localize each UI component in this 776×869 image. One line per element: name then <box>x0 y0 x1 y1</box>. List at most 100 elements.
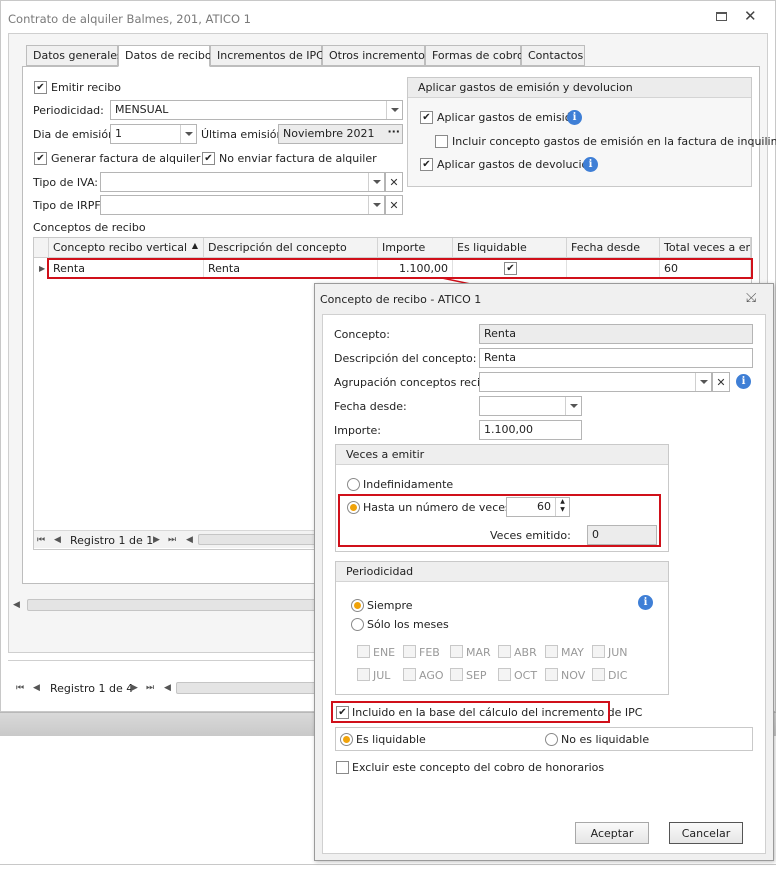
tipo-iva-select[interactable] <box>100 172 385 192</box>
scroll-left-icon[interactable]: ◀ <box>186 535 193 545</box>
month-checkbox-mar[interactable] <box>450 645 463 658</box>
generar-factura-checkbox[interactable]: ✔ <box>34 152 47 165</box>
outer-hscrollbar[interactable] <box>27 599 322 611</box>
month-checkbox-ago[interactable] <box>403 668 416 681</box>
scroll-left-icon[interactable]: ◀ <box>164 683 171 693</box>
month-checkbox-sep[interactable] <box>450 668 463 681</box>
prev-record-icon[interactable]: ◀ <box>54 535 61 545</box>
chevron-down-icon[interactable] <box>180 125 196 143</box>
month-checkbox-dic[interactable] <box>592 668 605 681</box>
chevron-down-icon[interactable] <box>565 397 581 415</box>
descripcion-field[interactable]: Renta <box>479 348 753 368</box>
grid-header-fecha[interactable]: Fecha desde <box>567 238 660 258</box>
month-label-dic: DIC <box>608 669 628 682</box>
row-highlight <box>47 258 753 279</box>
outer-nav-scrollbar[interactable] <box>176 682 316 694</box>
month-label-nov: NOV <box>561 669 586 682</box>
grid-header-descripcion[interactable]: Descripción del concepto <box>204 238 378 258</box>
month-label-mar: MAR <box>466 646 491 659</box>
prev-record-icon[interactable]: ◀ <box>33 683 40 693</box>
agrupacion-select[interactable] <box>479 372 712 392</box>
month-checkbox-feb[interactable] <box>403 645 416 658</box>
month-checkbox-oct[interactable] <box>498 668 511 681</box>
row-indicator-icon: ▶ <box>39 264 46 273</box>
month-checkbox-abr[interactable] <box>498 645 511 658</box>
tab-datos-generales[interactable]: Datos generales <box>26 45 123 66</box>
clear-agrupacion-button[interactable]: ✕ <box>712 372 730 392</box>
clear-iva-button[interactable]: ✕ <box>385 172 403 192</box>
last-record-icon[interactable]: ⏭ <box>168 535 176 545</box>
fecha-desde-select[interactable] <box>479 396 582 416</box>
month-checkbox-may[interactable] <box>545 645 558 658</box>
excluir-honorarios-checkbox[interactable] <box>336 761 349 774</box>
solo-meses-radio[interactable] <box>351 618 364 631</box>
tab-contactos[interactable]: Contactos <box>521 45 585 66</box>
solo-meses-label: Sólo los meses <box>367 618 449 631</box>
first-record-icon[interactable]: ⏮ <box>16 683 24 693</box>
aplicar-devolucion-checkbox[interactable]: ✔ <box>420 158 433 171</box>
tab-otros-incrementos[interactable]: Otros incrementos <box>322 45 431 66</box>
dia-emision-label: Dia de emisión: <box>33 128 119 141</box>
emitir-recibo-checkbox[interactable]: ✔ <box>34 81 47 94</box>
first-record-icon[interactable]: ⏮ <box>37 535 45 545</box>
no-enviar-factura-checkbox[interactable]: ✔ <box>202 152 215 165</box>
chevron-down-icon[interactable] <box>368 196 384 214</box>
month-checkbox-jun[interactable] <box>592 645 605 658</box>
periodicidad-value: MENSUAL <box>115 103 169 116</box>
grid-hscrollbar[interactable] <box>198 534 318 545</box>
aceptar-button[interactable]: Aceptar <box>575 822 649 844</box>
next-record-icon[interactable]: ▶ <box>131 683 138 693</box>
scroll-left-icon[interactable]: ◀ <box>13 600 20 610</box>
tipo-iva-label: Tipo de IVA: <box>33 176 98 189</box>
chevron-down-icon[interactable] <box>386 101 402 119</box>
dia-emision-select[interactable]: 1 <box>110 124 197 144</box>
ultima-emision-field[interactable]: Noviembre 2021 ··· <box>278 124 403 144</box>
grid-header-importe[interactable]: Importe <box>378 238 453 258</box>
concepto-field[interactable]: Renta <box>479 324 753 344</box>
tab-incrementos-ipc[interactable]: Incrementos de IPC <box>210 45 324 66</box>
indefinidamente-radio[interactable] <box>347 478 360 491</box>
info-icon[interactable]: i <box>567 110 582 125</box>
month-label-abr: ABR <box>514 646 537 659</box>
emitir-recibo-label: Emitir recibo <box>51 81 121 94</box>
hasta-highlight <box>338 494 661 547</box>
window-title: Contrato de alquiler Balmes, 201, ATICO … <box>8 12 251 26</box>
cancelar-button[interactable]: Cancelar <box>669 822 743 844</box>
tab-datos-recibo[interactable]: Datos de recibo <box>118 45 212 67</box>
last-record-icon[interactable]: ⏭ <box>146 683 154 693</box>
grid-header-total[interactable]: Total veces a emit <box>660 238 751 258</box>
month-checkbox-jul[interactable] <box>357 668 370 681</box>
es-liquidable-radio[interactable] <box>340 733 353 746</box>
restore-icon[interactable] <box>716 12 727 21</box>
incluir-concepto-label: Incluir concepto gastos de emisión en la… <box>452 135 776 148</box>
importe-field[interactable]: 1.100,00 <box>479 420 582 440</box>
incluir-concepto-checkbox[interactable] <box>435 135 448 148</box>
clear-irpf-button[interactable]: ✕ <box>385 195 403 215</box>
periodicidad-select[interactable]: MENSUAL <box>110 100 403 120</box>
tipo-irpf-select[interactable] <box>100 195 385 215</box>
chevron-down-icon[interactable] <box>368 173 384 191</box>
month-checkbox-nov[interactable] <box>545 668 558 681</box>
background-separator <box>0 864 776 865</box>
chevron-down-icon[interactable] <box>695 373 711 391</box>
aplicar-emision-label: Aplicar gastos de emisión <box>437 111 579 124</box>
next-record-icon[interactable]: ▶ <box>153 535 160 545</box>
month-checkbox-ene[interactable] <box>357 645 370 658</box>
excluir-honorarios-label: Excluir este concepto del cobro de honor… <box>352 761 605 774</box>
ipc-highlight <box>331 701 610 723</box>
dialog-close-icon[interactable]: ⤩ <box>746 291 756 306</box>
siempre-radio[interactable] <box>351 599 364 612</box>
siempre-label: Siempre <box>367 599 413 612</box>
aplicar-devolucion-label: Aplicar gastos de devolución <box>437 158 596 171</box>
close-icon[interactable]: ✕ <box>744 7 757 25</box>
aplicar-emision-checkbox[interactable]: ✔ <box>420 111 433 124</box>
info-icon[interactable]: i <box>583 157 598 172</box>
info-icon[interactable]: i <box>638 595 653 610</box>
grid-header-concepto[interactable]: Concepto recibo vertical ▲ <box>49 238 204 258</box>
grid-header-liquidable[interactable]: Es liquidable <box>453 238 567 258</box>
ellipsis-icon[interactable]: ··· <box>387 125 400 139</box>
no-es-liquidable-radio[interactable] <box>545 733 558 746</box>
tab-formas-cobro[interactable]: Formas de cobro <box>425 45 524 66</box>
dia-emision-value: 1 <box>115 127 122 140</box>
info-icon[interactable]: i <box>736 374 751 389</box>
